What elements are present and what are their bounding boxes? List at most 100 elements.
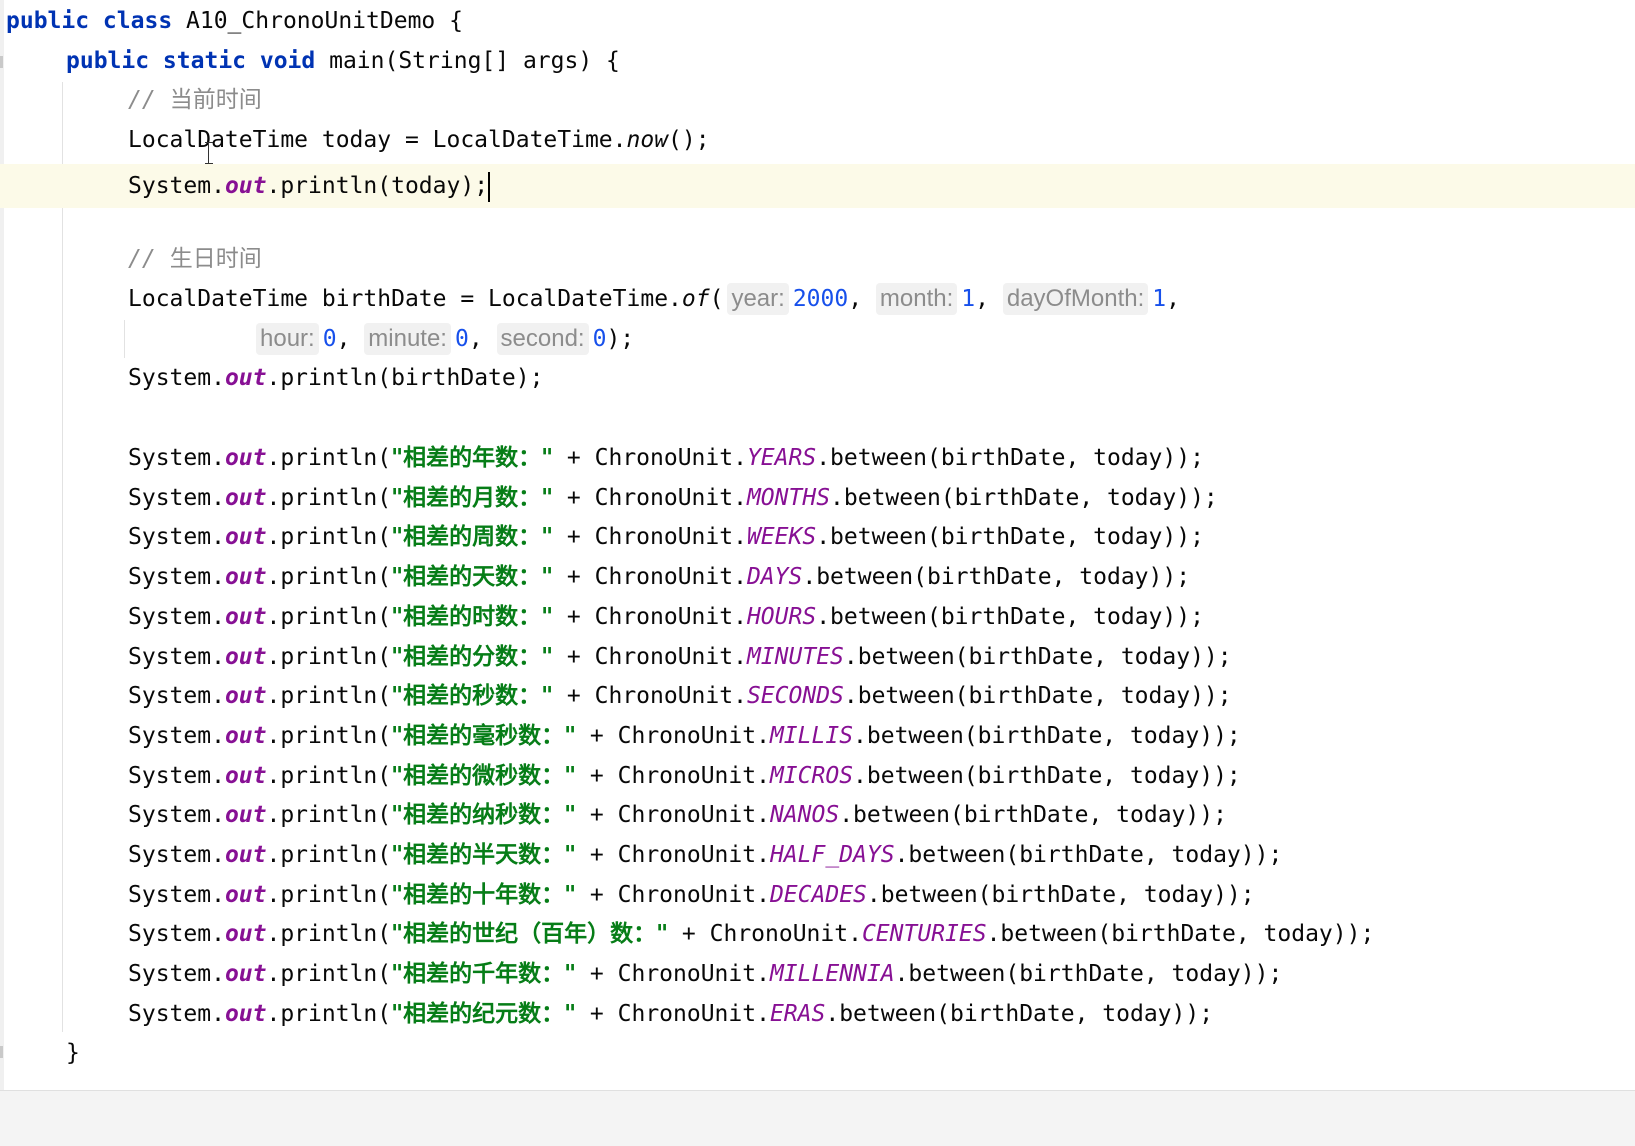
code-line-println-diff[interactable]: System.out.println("相差的十年数：" + ChronoUni… [128, 874, 1255, 916]
code-line-println-diff[interactable]: System.out.println("相差的天数：" + ChronoUnit… [128, 556, 1190, 598]
string-literal: "相差的世纪（百年）数：" [391, 920, 669, 948]
code-line-println-birthdate[interactable]: System.out.println(birthDate); [128, 357, 543, 399]
code-line-println-diff[interactable]: System.out.println("相差的时数：" + ChronoUnit… [128, 596, 1204, 638]
field-out: out [224, 484, 267, 511]
separator: , [468, 326, 497, 352]
code-line-println-diff[interactable]: System.out.println("相差的年数：" + ChronoUnit… [128, 437, 1204, 479]
chrono-unit-constant: NANOS [769, 802, 840, 829]
code-line-comment-birth[interactable]: // 生日时间 [128, 238, 262, 280]
system-prefix: System. [128, 802, 225, 829]
chrono-unit-constant: SECONDS [746, 683, 844, 710]
value-second: 0 [592, 326, 607, 352]
plus-chronounit: + ChronoUnit. [553, 564, 747, 591]
today-suffix: (); [668, 127, 710, 153]
plus-chronounit: + ChronoUnit. [576, 722, 770, 749]
println-open: .println( [266, 881, 392, 908]
string-literal: "相差的纪元数：" [391, 999, 577, 1027]
system-prefix: System. [128, 564, 225, 591]
string-literal: "相差的秒数：" [391, 682, 554, 710]
between-call: .between(birthDate, today)); [843, 683, 1232, 710]
main-signature: main(String[] args) { [315, 48, 620, 74]
code-line-println-diff[interactable]: System.out.println("相差的分数：" + ChronoUnit… [128, 636, 1232, 678]
comment-text: 生日时间 [169, 246, 262, 272]
code-line-today-decl[interactable]: LocalDateTime today = LocalDateTime.now(… [128, 119, 710, 161]
string-literal: "相差的毫秒数：" [391, 721, 577, 749]
code-line-println-diff[interactable]: System.out.println("相差的千年数：" + ChronoUni… [128, 953, 1282, 995]
code-line-println-diff[interactable]: System.out.println("相差的纪元数：" + ChronoUni… [128, 993, 1213, 1035]
between-call: .between(birthDate, today)); [802, 564, 1191, 591]
field-out: out [224, 762, 267, 789]
between-call: .between(birthDate, today)); [839, 802, 1227, 829]
string-literal: "相差的年数：" [391, 444, 554, 471]
field-out: out [224, 722, 267, 749]
plus-chronounit: + ChronoUnit. [553, 643, 747, 670]
plus-chronounit: + ChronoUnit. [553, 683, 747, 710]
code-line-println-diff[interactable]: System.out.println("相差的月数：" + ChronoUnit… [128, 477, 1218, 519]
system-prefix: System. [128, 524, 225, 551]
string-literal: "相差的千年数：" [391, 960, 577, 988]
chrono-unit-constant: MINUTES [746, 643, 844, 670]
plus-chronounit: + ChronoUnit. [553, 445, 747, 471]
println-open: .println( [266, 1000, 392, 1027]
code-line-println-diff[interactable]: System.out.println("相差的世纪（百年）数：" + Chron… [128, 913, 1374, 955]
class-name: A10_ChronoUnitDemo { [172, 8, 463, 34]
println-open: .println( [266, 603, 392, 630]
value-minute: 0 [454, 326, 469, 352]
separator: , [336, 326, 365, 352]
code-editor[interactable]: public class A10_ChronoUnitDemo { public… [0, 0, 1635, 1146]
fold-marker-icon[interactable] [0, 1046, 3, 1058]
code-line-birthdate-cont[interactable]: hour: 0, minute: 0, second: 0); [256, 318, 634, 360]
system-prefix: System. [128, 445, 225, 471]
code-line-birthdate-decl[interactable]: LocalDateTime birthDate = LocalDateTime.… [128, 278, 1180, 320]
param-hint-hour: hour: [256, 323, 319, 355]
plus-chronounit: + ChronoUnit. [553, 484, 747, 511]
system-prefix: System. [128, 1000, 225, 1027]
code-line-comment-now[interactable]: // 当前时间 [128, 79, 262, 121]
keyword-public-static-void: public static void [66, 48, 316, 74]
keyword-public-class: public class [6, 8, 173, 34]
bottom-scroll-area[interactable] [0, 1090, 1635, 1146]
between-call: .between(birthDate, today)); [816, 603, 1204, 630]
method-now: now [626, 127, 669, 153]
between-call: .between(birthDate, today)); [816, 445, 1204, 471]
string-literal: "相差的纳秒数：" [391, 801, 577, 829]
field-out: out [224, 524, 267, 551]
plus-chronounit: + ChronoUnit. [553, 524, 747, 551]
chrono-unit-constant: MONTHS [746, 484, 831, 511]
code-line-println-diff[interactable]: System.out.println("相差的半天数：" + ChronoUni… [128, 834, 1282, 876]
code-line-println-diff[interactable]: System.out.println("相差的微秒数：" + ChronoUni… [128, 755, 1241, 797]
separator: , [848, 286, 876, 312]
println-open: .println( [266, 683, 392, 710]
plus-chronounit: + ChronoUnit. [576, 1000, 770, 1027]
code-line-println-diff[interactable]: System.out.println("相差的秒数：" + ChronoUnit… [128, 675, 1232, 717]
between-call: .between(birthDate, today)); [894, 961, 1283, 988]
param-hint-year: year: [727, 283, 789, 315]
comment-slashes: // [128, 87, 156, 113]
code-line-class-declaration[interactable]: public class A10_ChronoUnitDemo { [6, 0, 463, 42]
code-line-println-diff[interactable]: System.out.println("相差的纳秒数：" + ChronoUni… [128, 794, 1227, 836]
chrono-unit-constant: MICROS [769, 762, 854, 789]
code-line-main-declaration[interactable]: public static void main(String[] args) { [66, 40, 620, 82]
string-literal: "相差的周数：" [391, 523, 554, 551]
field-out: out [224, 921, 267, 948]
fold-marker-icon[interactable] [0, 56, 3, 68]
between-call: .between(birthDate, today)); [816, 524, 1204, 551]
println-open: .println( [266, 643, 392, 670]
chrono-unit-constant: ERAS [769, 1000, 826, 1027]
value-month: 1 [961, 286, 976, 312]
code-line-println-today[interactable]: System.out.println(today); [128, 164, 491, 208]
param-hint-month: month: [875, 283, 958, 315]
chrono-unit-constant: MILLENNIA [769, 961, 895, 988]
code-line-println-diff[interactable]: System.out.println("相差的毫秒数：" + ChronoUni… [128, 715, 1241, 757]
system-prefix: System. [128, 173, 225, 199]
code-line-close-main[interactable]: } [66, 1032, 80, 1074]
system-prefix: System. [128, 881, 225, 908]
code-line-println-diff[interactable]: System.out.println("相差的周数：" + ChronoUnit… [128, 516, 1204, 558]
println-open: .println( [266, 722, 392, 749]
field-out: out [224, 603, 267, 630]
between-call: .between(birthDate, today)); [830, 484, 1218, 511]
field-out: out [224, 365, 267, 391]
today-prefix: LocalDateTime today = LocalDateTime. [128, 127, 627, 153]
system-prefix: System. [128, 643, 225, 670]
println-open: .println( [266, 802, 392, 829]
